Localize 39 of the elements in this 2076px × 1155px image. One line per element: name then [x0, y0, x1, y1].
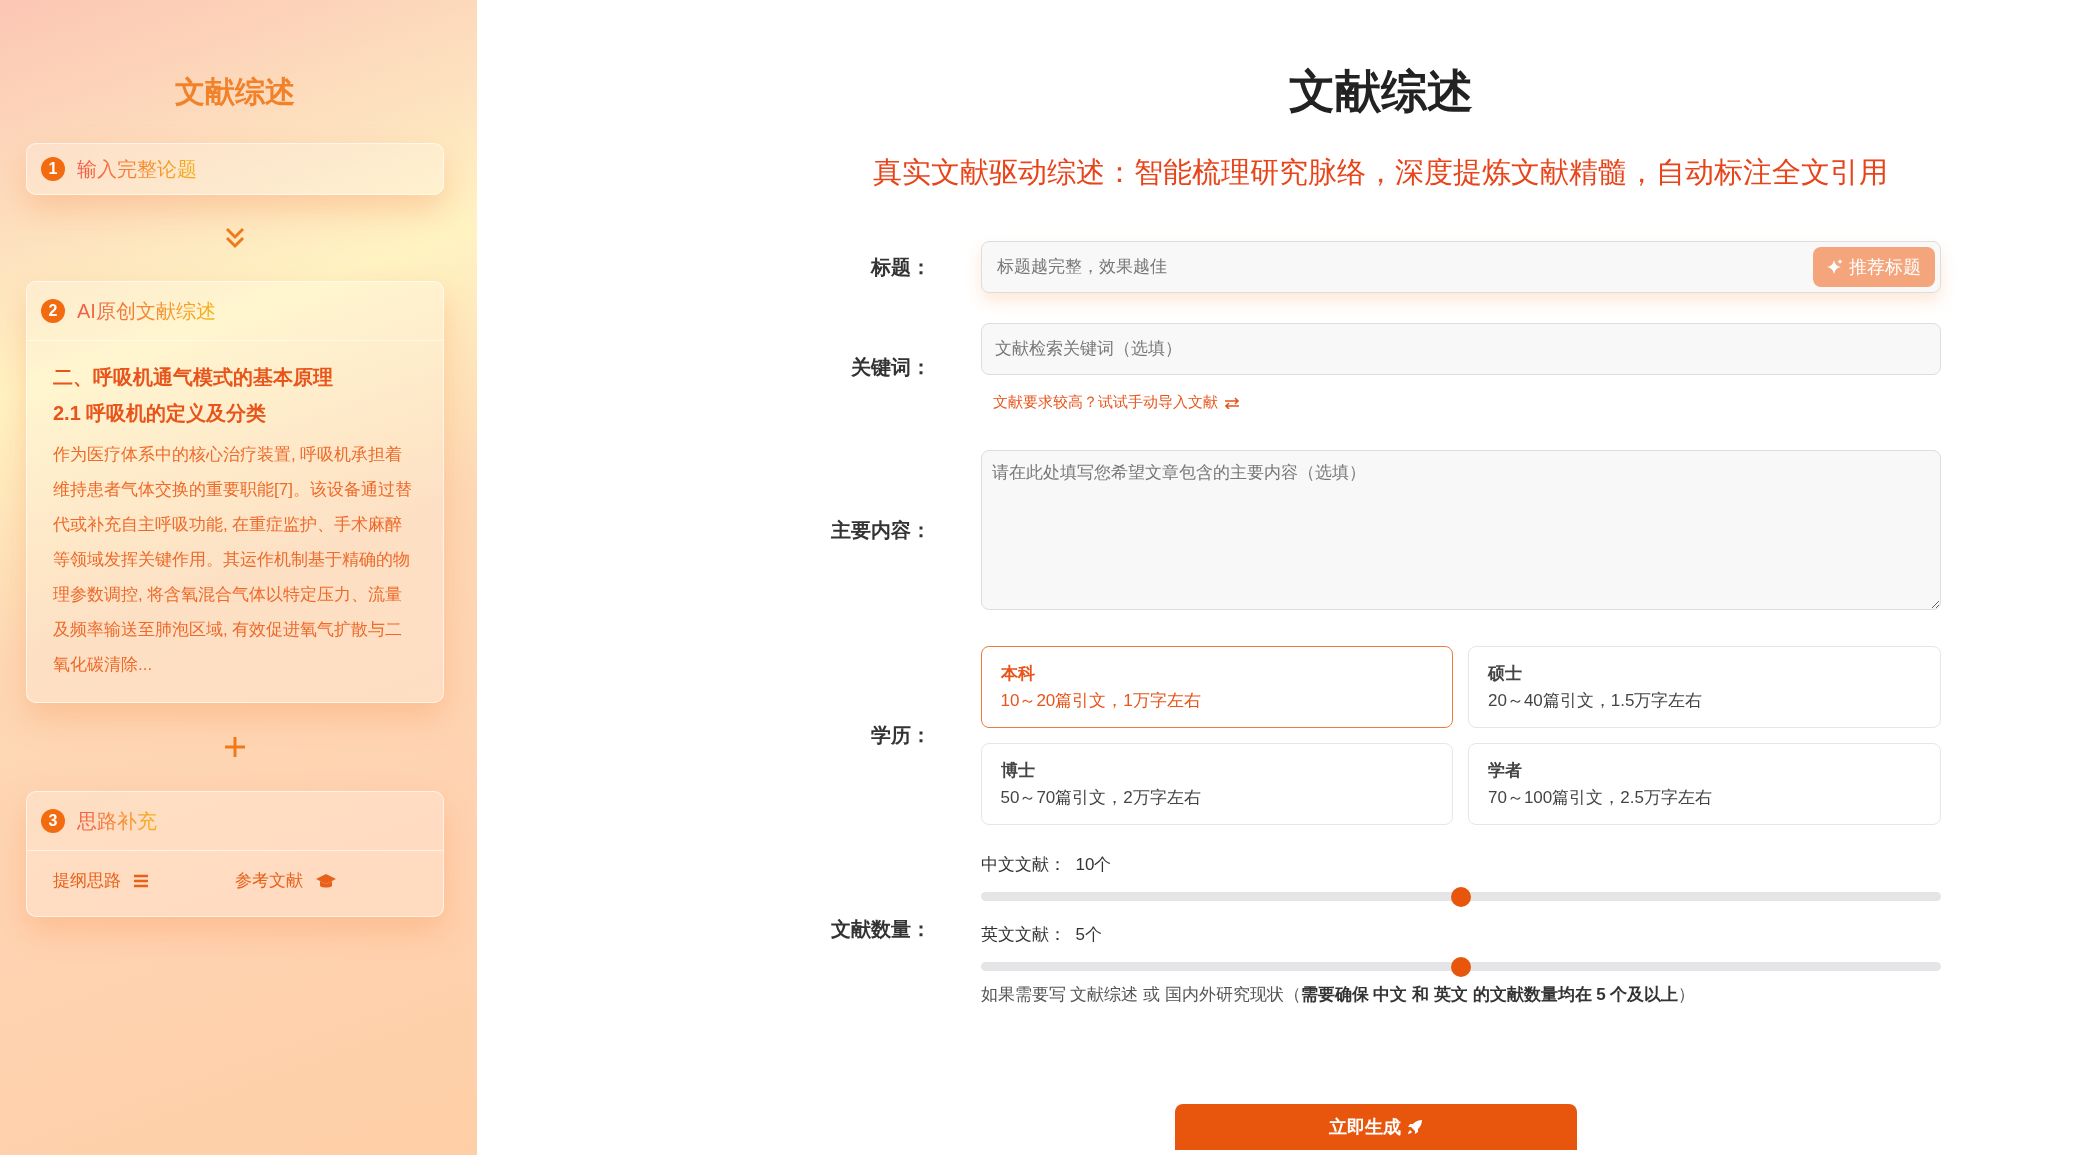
education-option[interactable]: 本科 10～20篇引文，1万字左右 [980, 646, 1453, 729]
sidebar-title: 文献综述 [174, 74, 296, 110]
import-link[interactable]: 文献要求较高？试试手动导入文献 [992, 393, 1240, 413]
slider-label: 中文文献： [980, 854, 1066, 877]
swap-arrows-icon [1223, 396, 1240, 409]
slider-thumb[interactable] [1450, 956, 1471, 977]
generate-button[interactable]: 立即生成 [1174, 1104, 1577, 1151]
recommend-title-button[interactable]: 推荐标题 [1812, 247, 1935, 288]
title-field[interactable]: 标题越完整，效果越佳 推荐标题 [980, 241, 1941, 294]
field-label: 标题： [869, 254, 931, 280]
field-label: 学历： [869, 723, 931, 749]
step-action[interactable]: 参考文献 [235, 869, 417, 892]
rocket-icon [1406, 1118, 1423, 1135]
double-chevron-down-icon [225, 227, 245, 249]
step-number: 3 [41, 809, 65, 833]
plus-icon [223, 735, 247, 759]
slider-value: 10个 [1075, 854, 1112, 877]
page-subtitle: 真实文献驱动综述：智能梳理研究脉络，深度提炼文献精髓，自动标注全文引用 [873, 155, 1888, 191]
page-title: 文献综述 [1288, 64, 1473, 119]
preview-heading: 2.1 呼吸机的定义及分类 [53, 401, 268, 426]
step-action[interactable]: 提纲思路 [53, 869, 235, 892]
slider-thumb[interactable] [1450, 886, 1471, 907]
preview-heading: 二、呼吸机通气模式的基本原理 [53, 365, 334, 390]
field-label: 关键词： [849, 355, 931, 381]
slider-label: 英文文献： [980, 924, 1066, 947]
field-label: 文献数量： [829, 917, 931, 943]
education-option[interactable]: 学者 70～100篇引文，2.5万字左右 [1468, 743, 1941, 826]
field-label: 主要内容： [829, 517, 931, 543]
slider-value: 5个 [1075, 924, 1102, 947]
content-field[interactable]: 请在此处填写您希望文章包含的主要内容（选填） [980, 450, 1941, 611]
keywords-field[interactable]: 文献检索关键词（选填） [980, 323, 1941, 376]
list-icon [133, 873, 149, 888]
education-option[interactable]: 硕士 20～40篇引文，1.5万字左右 [1468, 646, 1941, 729]
step-number: 1 [41, 157, 65, 181]
education-option[interactable]: 博士 50～70篇引文，2万字左右 [980, 743, 1453, 826]
count-note: 如果需要写 文献综述 或 国内外研究现状（需要确保 中文 和 英文 的文献数量均在 5 个及以上） [980, 984, 1697, 1007]
preview-text: 作为医疗体系中的核心治疗装置, 呼吸机承担着维持患者气体交换的重要职能[7]。该设备通过替代或补充自主呼吸功能, 在重症监护、手术麻醉等领域发挥关键作用。其运作机制基于精确的物理参数调控, 将含氧混合气体以特定压力、流量及频率输送至肺泡区域, 有效促进氧气扩散与二氧化碳清除... [53, 444, 413, 676]
step-number: 2 [41, 299, 65, 323]
graduation-cap-icon [315, 872, 337, 889]
